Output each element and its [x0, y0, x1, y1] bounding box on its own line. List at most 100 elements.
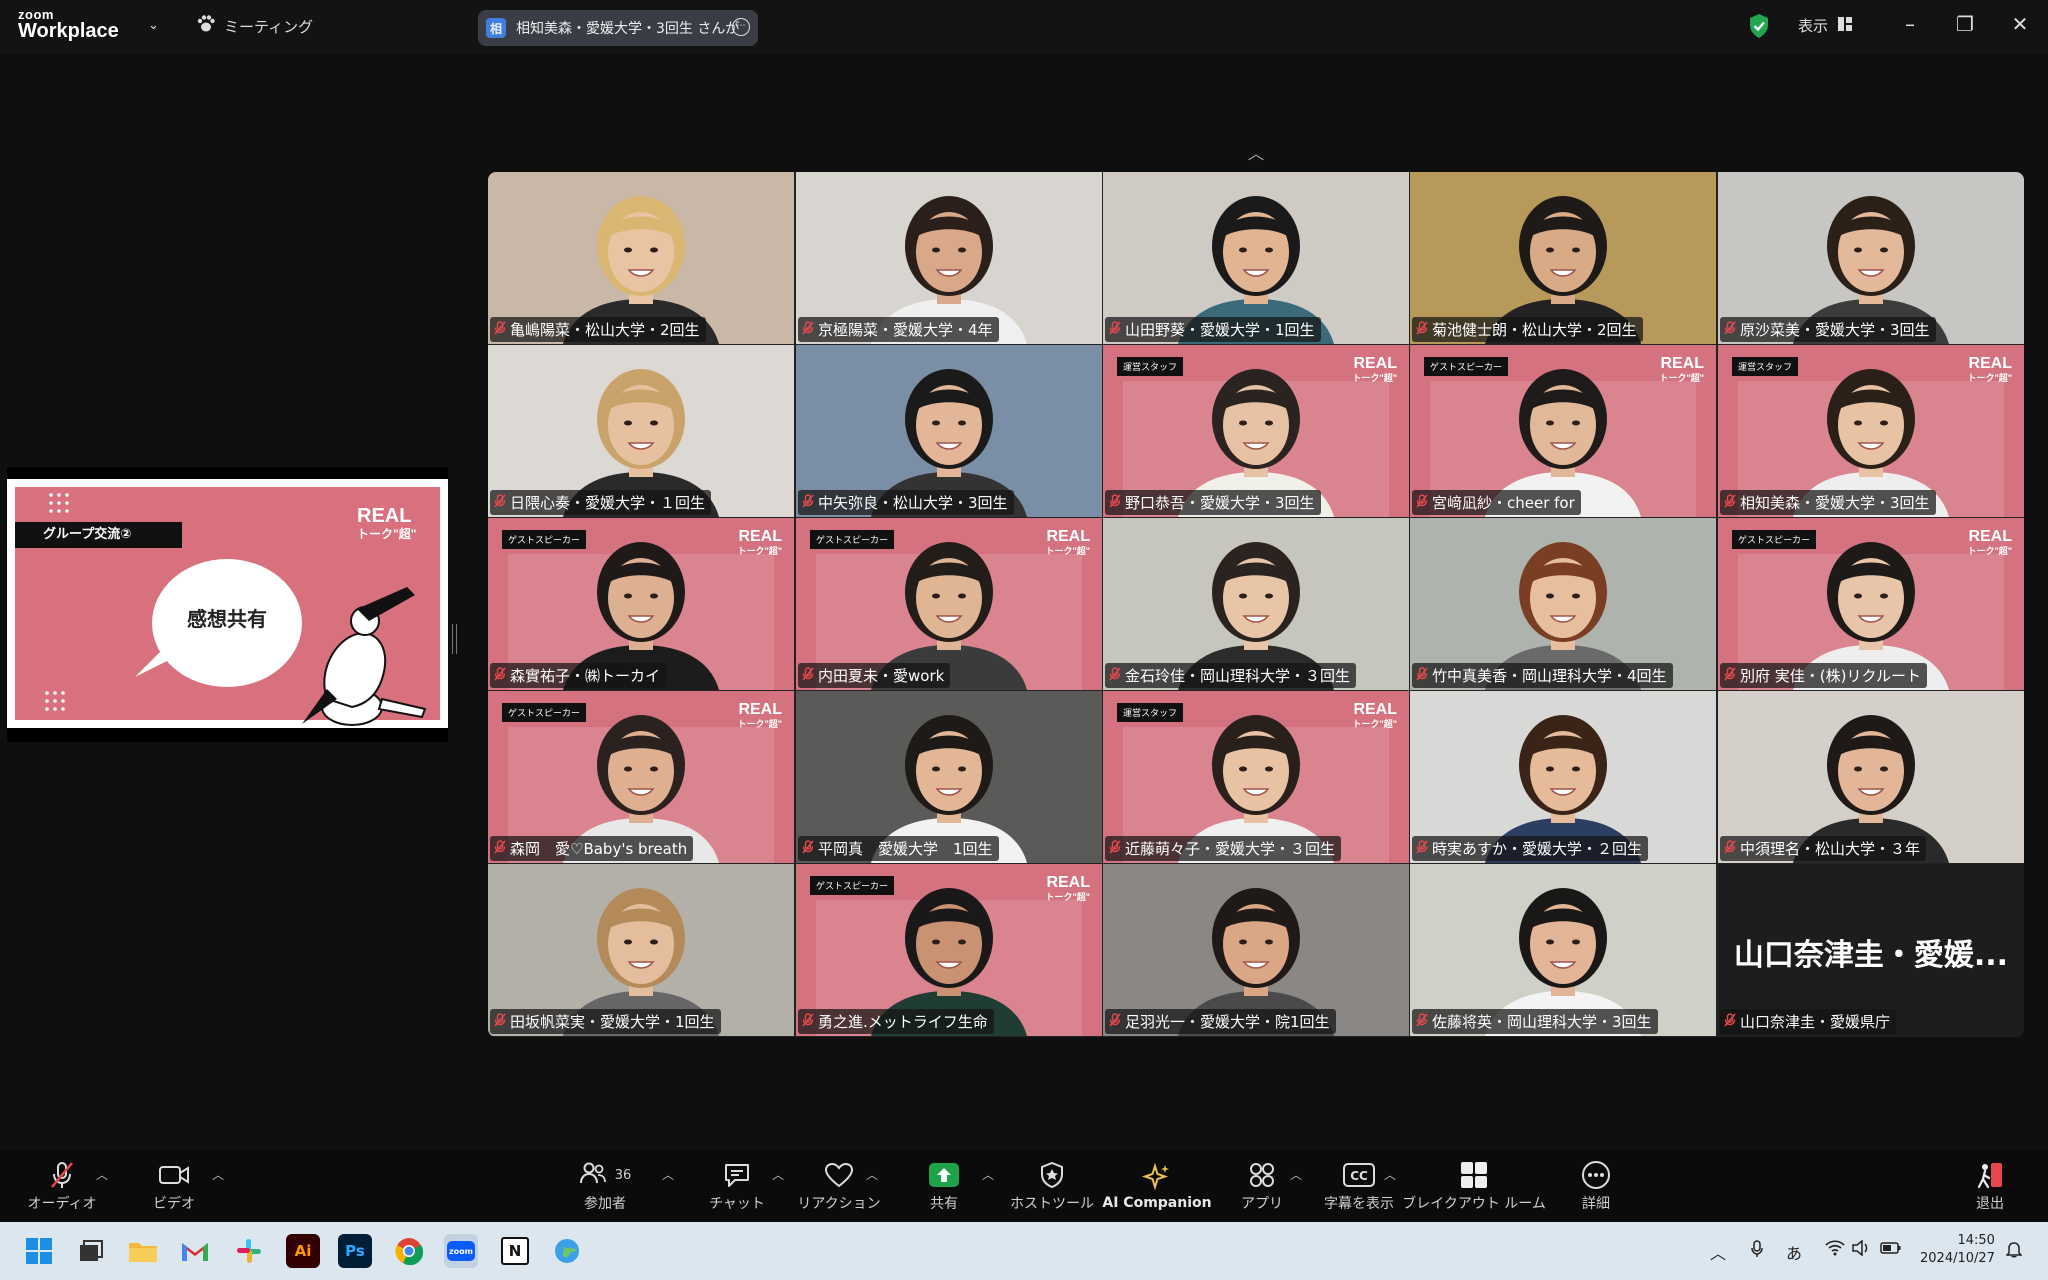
muted-mic-icon: [47, 1159, 77, 1191]
battery-icon[interactable]: [1880, 1240, 1902, 1259]
chrome-icon[interactable]: [392, 1234, 426, 1268]
participant-tile[interactable]: 足羽光一・愛媛大学・院1回生: [1103, 864, 1409, 1036]
video-button[interactable]: ビデオ: [142, 1150, 206, 1222]
muted-mic-icon: [802, 839, 814, 858]
participant-tile[interactable]: 運営スタッフ REAL トーク"超" 野口恭吾・愛媛大学・3回生: [1103, 345, 1409, 517]
participant-tile[interactable]: ゲストスピーカー REAL トーク"超" 宮﨑凪紗・cheer for: [1410, 345, 1716, 517]
participant-tile[interactable]: 山口奈津圭・愛媛... 山口奈津圭・愛媛県庁: [1718, 864, 2024, 1036]
zoom-taskbar-button[interactable]: zoom: [444, 1234, 478, 1268]
apps-caret[interactable]: ︿: [1290, 1166, 1302, 1183]
participant-tile[interactable]: 時実あすか・愛媛大学・２回生: [1410, 691, 1716, 863]
shared-screen[interactable]: グループ交流② REAL トーク"超" 感想共有: [7, 467, 448, 742]
participant-tile[interactable]: 亀嶋陽菜・松山大学・2回生: [488, 172, 794, 344]
participant-tile[interactable]: ゲストスピーカー REAL トーク"超" 森岡 愛♡Baby's breath: [488, 691, 794, 863]
muted-mic-icon: [802, 666, 814, 685]
share-button[interactable]: 共有: [912, 1150, 976, 1222]
photoshop-icon[interactable]: Ps: [338, 1234, 372, 1268]
participant-tile[interactable]: 菊池健士朗・松山大学・2回生: [1410, 172, 1716, 344]
participant-tile[interactable]: 運営スタッフ REAL トーク"超" 相知美森・愛媛大学・3回生: [1718, 345, 2024, 517]
role-badge: ゲストスピーカー: [810, 876, 895, 895]
more-button[interactable]: 詳細: [1564, 1150, 1628, 1222]
participant-tile[interactable]: 中須理名・松山大学・３年: [1718, 691, 2024, 863]
system-clock[interactable]: 14:50 2024/10/27: [1920, 1232, 1995, 1268]
illustration: [302, 587, 427, 726]
participant-tile[interactable]: 原沙菜美・愛媛大学・3回生: [1718, 172, 2024, 344]
restore-icon[interactable]: ❐: [1950, 12, 1980, 36]
file-explorer-icon[interactable]: [126, 1234, 160, 1268]
participant-tile[interactable]: ゲストスピーカー REAL トーク"超" 勇之進.メットライフ生命: [796, 864, 1102, 1036]
task-view-icon[interactable]: [74, 1234, 108, 1268]
apps-button[interactable]: アプリ: [1230, 1150, 1294, 1222]
minimize-icon[interactable]: –: [1895, 12, 1925, 36]
participant-tile[interactable]: 佐藤将英・岡山理科大学・3回生: [1410, 864, 1716, 1036]
panel-splitter[interactable]: [452, 624, 457, 654]
maps-globe-icon[interactable]: [550, 1234, 584, 1268]
windows-taskbar: Ai Ps zoom N ︿ あ 14:50 2024/10/27: [0, 1222, 2048, 1280]
participant-tile[interactable]: 運営スタッフ REAL トーク"超" 近藤萌々子・愛媛大学・３回生: [1103, 691, 1409, 863]
chat-button[interactable]: チャット: [705, 1150, 769, 1222]
audio-button[interactable]: オーディオ: [27, 1150, 97, 1222]
video-options-caret[interactable]: ︿: [212, 1166, 224, 1183]
captions-caret[interactable]: ︿: [1384, 1166, 1396, 1183]
presentation-slide: グループ交流② REAL トーク"超" 感想共有: [7, 479, 448, 728]
participant-name-label: 亀嶋陽菜・松山大学・2回生: [490, 317, 706, 342]
slide-brand: REAL トーク"超": [357, 505, 417, 541]
view-button[interactable]: 表示: [1798, 15, 1853, 36]
illustrator-icon[interactable]: Ai: [286, 1234, 320, 1268]
gallery-view-icon: [1838, 16, 1853, 35]
close-icon[interactable]: ✕: [2005, 12, 2035, 36]
sparkle-icon: [1142, 1161, 1172, 1193]
gmail-icon[interactable]: [178, 1234, 212, 1268]
host-shield-icon: [1039, 1159, 1065, 1191]
role-badge: 運営スタッフ: [1117, 357, 1184, 376]
role-badge: ゲストスピーカー: [1732, 530, 1817, 549]
muted-mic-icon: [1724, 320, 1736, 339]
security-shield-icon[interactable]: [1748, 13, 1770, 43]
notification-bell-icon[interactable]: [2005, 1240, 2023, 1262]
real-talk-logo: REAL トーク"超": [1352, 355, 1397, 384]
participants-button[interactable]: 36 参加者: [572, 1150, 638, 1222]
captions-button[interactable]: CC 字幕を表示: [1318, 1150, 1400, 1222]
participant-tile[interactable]: 日隈心奏・愛媛大学・１回生: [488, 345, 794, 517]
reactions-button[interactable]: リアクション: [797, 1150, 881, 1222]
participant-tile[interactable]: 竹中真美香・岡山理科大学・4回生: [1410, 518, 1716, 690]
participant-tile[interactable]: 山田野葵・愛媛大学・1回生: [1103, 172, 1409, 344]
participant-tile[interactable]: 中矢弥良・松山大学・3回生: [796, 345, 1102, 517]
chat-caret[interactable]: ︿: [772, 1166, 784, 1183]
chevron-up-icon[interactable]: ︿: [1244, 140, 1268, 164]
muted-mic-icon: [494, 1012, 506, 1031]
chevron-down-icon[interactable]: ⌄: [148, 18, 159, 33]
participant-tile[interactable]: 京極陽菜・愛媛大学・4年: [796, 172, 1102, 344]
ai-companion-button[interactable]: AI Companion: [1102, 1150, 1212, 1222]
exit-icon: [1975, 1159, 2005, 1191]
meeting-menu-button[interactable]: ミーティング: [196, 15, 313, 37]
leave-button[interactable]: 退出: [1960, 1150, 2020, 1222]
volume-icon[interactable]: [1852, 1239, 1870, 1260]
notion-taskbar-button[interactable]: N: [498, 1234, 532, 1268]
share-caret[interactable]: ︿: [982, 1166, 994, 1183]
participant-tile[interactable]: 金石玲佳・岡山理科大学・３回生: [1103, 518, 1409, 690]
participant-name-label: 森岡 愛♡Baby's breath: [490, 836, 694, 861]
audio-options-caret[interactable]: ︿: [96, 1166, 108, 1183]
slack-icon[interactable]: [232, 1234, 266, 1268]
tray-mic-icon[interactable]: [1750, 1240, 1764, 1262]
breakout-rooms-button[interactable]: ブレイクアウト ルーム: [1402, 1150, 1546, 1222]
participant-tile[interactable]: ゲストスピーカー REAL トーク"超" 内田夏未・愛work: [796, 518, 1102, 690]
participant-name-label: 山田野葵・愛媛大学・1回生: [1105, 317, 1321, 342]
active-speaker-pill[interactable]: 相 相知美森・愛媛大学・3回生 さんが ⋯: [478, 10, 758, 46]
muted-mic-icon: [1416, 839, 1428, 858]
more-icon[interactable]: ⋯: [732, 18, 750, 36]
ime-indicator[interactable]: あ: [1786, 1240, 1802, 1264]
participant-name-label: 近藤萌々子・愛媛大学・３回生: [1105, 836, 1342, 861]
participant-tile[interactable]: ゲストスピーカー REAL トーク"超" 森實祐子・㈱トーカイ: [488, 518, 794, 690]
reactions-caret[interactable]: ︿: [866, 1166, 878, 1183]
host-tools-button[interactable]: ホストツール: [1010, 1150, 1094, 1222]
participant-tile[interactable]: 平岡真 愛媛大学 1回生: [796, 691, 1102, 863]
wifi-icon[interactable]: [1825, 1240, 1845, 1260]
tray-overflow-icon[interactable]: ︿: [1710, 1240, 1726, 1264]
muted-mic-icon: [1724, 666, 1736, 685]
participants-caret[interactable]: ︿: [662, 1166, 674, 1183]
windows-start-icon[interactable]: [22, 1234, 56, 1268]
participant-tile[interactable]: ゲストスピーカー REAL トーク"超" 別府 実佳・(株)リクルート: [1718, 518, 2024, 690]
participant-tile[interactable]: 田坂帆菜実・愛媛大学・1回生: [488, 864, 794, 1036]
